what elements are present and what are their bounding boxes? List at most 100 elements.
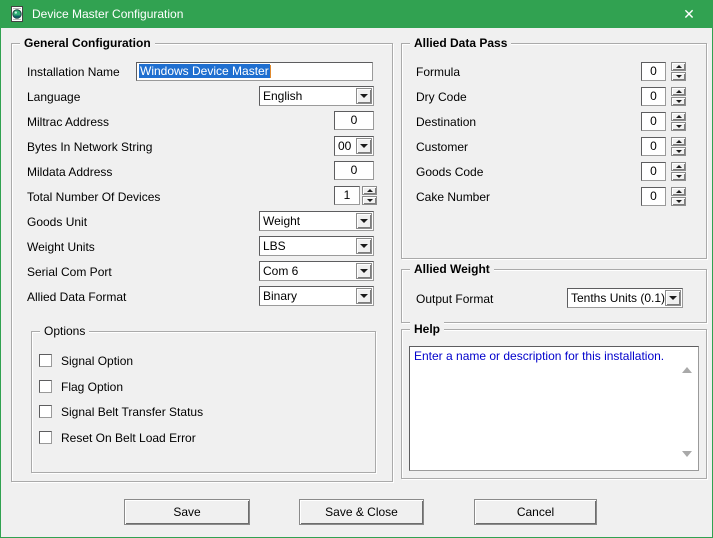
chevron-down-icon[interactable] bbox=[356, 88, 372, 104]
goods-code-input[interactable]: 0 bbox=[641, 162, 666, 181]
weight-units-select[interactable]: LBS bbox=[259, 236, 374, 256]
cake-number-spinner[interactable] bbox=[671, 187, 686, 206]
spinner-down-icon[interactable] bbox=[671, 197, 686, 206]
serial-com-port-select[interactable]: Com 6 bbox=[259, 261, 374, 281]
dry-code-spinner[interactable] bbox=[671, 87, 686, 106]
cake-number-input[interactable]: 0 bbox=[641, 187, 666, 206]
chevron-down-icon[interactable] bbox=[356, 213, 372, 229]
customer-spinner[interactable] bbox=[671, 137, 686, 156]
spinner-up-icon[interactable] bbox=[362, 186, 377, 195]
language-select[interactable]: English bbox=[259, 86, 374, 106]
goods-unit-select[interactable]: Weight bbox=[259, 211, 374, 231]
chevron-down-icon[interactable] bbox=[356, 288, 372, 304]
spinner-down-icon[interactable] bbox=[671, 147, 686, 156]
output-format-value: Tenths Units (0.1) bbox=[571, 291, 666, 305]
spinner-down-icon[interactable] bbox=[362, 196, 377, 205]
label-reset-on-belt-load-error: Reset On Belt Load Error bbox=[61, 431, 196, 445]
spinner-up-icon[interactable] bbox=[671, 187, 686, 196]
language-value: English bbox=[263, 89, 303, 103]
chevron-down-icon[interactable] bbox=[665, 290, 681, 306]
close-icon[interactable]: ✕ bbox=[666, 1, 712, 28]
miltrac-address-value: 0 bbox=[350, 113, 358, 127]
dry-code-value: 0 bbox=[650, 89, 657, 103]
destination-input[interactable]: 0 bbox=[641, 112, 666, 131]
spinner-up-icon[interactable] bbox=[671, 62, 686, 71]
spinner-up-icon[interactable] bbox=[671, 162, 686, 171]
label-installation-name: Installation Name bbox=[27, 65, 120, 79]
label-weight-units: Weight Units bbox=[27, 240, 95, 254]
spinner-up-icon[interactable] bbox=[671, 112, 686, 121]
goods-code-value: 0 bbox=[650, 164, 657, 178]
formula-value: 0 bbox=[650, 64, 657, 78]
cake-number-value: 0 bbox=[650, 189, 657, 203]
spinner-up-icon[interactable] bbox=[671, 87, 686, 96]
formula-spinner[interactable] bbox=[671, 62, 686, 81]
serial-com-port-value: Com 6 bbox=[263, 264, 299, 278]
group-title-general: General Configuration bbox=[20, 36, 155, 50]
goods-code-spinner[interactable] bbox=[671, 162, 686, 181]
customer-value: 0 bbox=[650, 139, 657, 153]
label-total-number-of-devices: Total Number Of Devices bbox=[27, 190, 161, 204]
group-title-allied-weight: Allied Weight bbox=[410, 262, 494, 276]
label-miltrac-address: Miltrac Address bbox=[27, 115, 110, 129]
dry-code-input[interactable]: 0 bbox=[641, 87, 666, 106]
allied-data-format-select[interactable]: Binary bbox=[259, 286, 374, 306]
cancel-button[interactable]: Cancel bbox=[474, 499, 597, 525]
help-textarea[interactable]: Enter a name or description for this ins… bbox=[409, 346, 699, 471]
installation-name-input[interactable]: Windows Device Master bbox=[136, 62, 373, 81]
label-mildata-address: Mildata Address bbox=[27, 165, 113, 179]
label-allied-data-format: Allied Data Format bbox=[27, 290, 127, 304]
label-signal-option: Signal Option bbox=[61, 354, 134, 368]
mildata-address-input[interactable]: 0 bbox=[334, 161, 374, 180]
label-dry-code: Dry Code bbox=[416, 90, 467, 104]
customer-input[interactable]: 0 bbox=[641, 137, 666, 156]
miltrac-address-input[interactable]: 0 bbox=[334, 111, 374, 130]
output-format-select[interactable]: Tenths Units (0.1) bbox=[567, 288, 683, 308]
weight-units-value: LBS bbox=[263, 239, 286, 253]
mildata-address-value: 0 bbox=[350, 163, 358, 177]
group-title-help: Help bbox=[410, 322, 445, 336]
checkbox-reset-on-belt-load-error[interactable] bbox=[39, 431, 52, 444]
total-devices-input[interactable]: 1 bbox=[334, 186, 360, 205]
chevron-down-icon[interactable] bbox=[356, 263, 372, 279]
spinner-down-icon[interactable] bbox=[671, 172, 686, 181]
save-button-label: Save bbox=[173, 505, 201, 519]
spinner-down-icon[interactable] bbox=[671, 122, 686, 131]
allied-data-format-value: Binary bbox=[263, 289, 298, 303]
bytes-value: 00 bbox=[338, 139, 352, 153]
formula-input[interactable]: 0 bbox=[641, 62, 666, 81]
label-serial-com-port: Serial Com Port bbox=[27, 265, 112, 279]
checkbox-signal-belt-transfer-status[interactable] bbox=[39, 405, 52, 418]
spinner-down-icon[interactable] bbox=[671, 97, 686, 106]
label-language: Language bbox=[27, 90, 81, 104]
label-bytes-in-network-string: Bytes In Network String bbox=[27, 140, 153, 154]
group-title-options: Options bbox=[40, 324, 90, 338]
label-goods-unit: Goods Unit bbox=[27, 215, 88, 229]
group-title-allied-data-pass: Allied Data Pass bbox=[410, 36, 512, 50]
label-formula: Formula bbox=[416, 65, 461, 79]
total-devices-value: 1 bbox=[343, 188, 351, 202]
destination-spinner[interactable] bbox=[671, 112, 686, 131]
installation-name-value: Windows Device Master bbox=[139, 64, 270, 78]
checkbox-signal-option[interactable] bbox=[39, 354, 52, 367]
titlebar[interactable]: Device Master Configuration ✕ bbox=[1, 1, 712, 28]
chevron-down-icon[interactable] bbox=[356, 138, 372, 154]
save-and-close-button[interactable]: Save & Close bbox=[299, 499, 424, 525]
label-flag-option: Flag Option bbox=[61, 380, 124, 394]
label-cake-number: Cake Number bbox=[416, 190, 491, 204]
cancel-button-label: Cancel bbox=[516, 505, 555, 519]
spinner-down-icon[interactable] bbox=[671, 72, 686, 81]
spinner-up-icon[interactable] bbox=[671, 137, 686, 146]
save-button[interactable]: Save bbox=[124, 499, 250, 525]
app-icon bbox=[11, 6, 23, 22]
total-devices-spinner[interactable] bbox=[362, 186, 377, 205]
checkbox-flag-option[interactable] bbox=[39, 380, 52, 393]
chevron-down-icon[interactable] bbox=[356, 238, 372, 254]
label-customer: Customer bbox=[416, 140, 469, 154]
label-output-format: Output Format bbox=[416, 292, 494, 306]
bytes-in-network-string-select[interactable]: 00 bbox=[334, 136, 374, 156]
help-text: Enter a name or description for this ins… bbox=[414, 349, 665, 363]
device-master-configuration-dialog: Device Master Configuration ✕ General Co… bbox=[0, 0, 713, 538]
goods-unit-value: Weight bbox=[263, 214, 301, 228]
group-options: Options bbox=[31, 324, 376, 473]
